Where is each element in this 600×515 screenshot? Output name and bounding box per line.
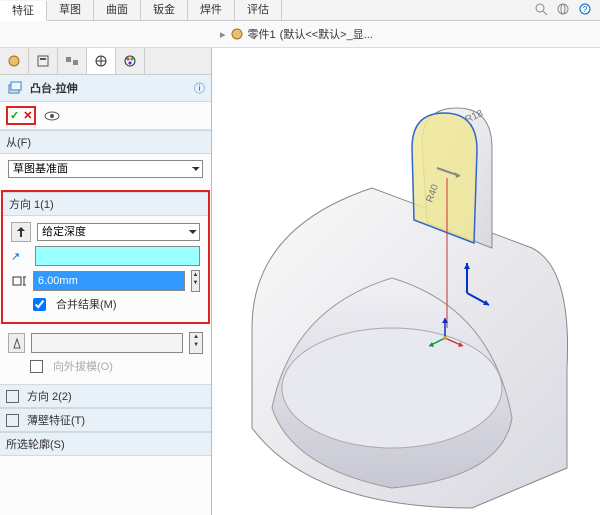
section-dir2-header[interactable]: 方向 2(2) [0, 384, 211, 408]
back-arrow-icon[interactable]: ▸ [220, 28, 226, 41]
draft-spinner[interactable]: ▲▼ [189, 332, 203, 354]
tab-weldment[interactable]: 焊件 [188, 0, 235, 20]
merge-result-label: 合并结果(M) [56, 296, 117, 312]
breadcrumb-trail: (默认<<默认>_显... [280, 26, 373, 42]
breadcrumb-bar: ▸ 零件1 (默认<<默认>_显... [0, 21, 600, 48]
section-from-header: 从(F) [0, 130, 211, 154]
ok-button[interactable]: ✓ [10, 109, 19, 122]
depth-input[interactable] [33, 271, 185, 291]
part-icon [230, 27, 244, 41]
ribbon-tabs: 特征 草图 曲面 钣金 焊件 评估 ? [0, 0, 600, 21]
panel-tab-feature-tree[interactable] [0, 48, 29, 74]
section-thin-header[interactable]: 薄壁特征(T) [0, 408, 211, 432]
direction-vector-field[interactable] [35, 246, 200, 266]
search-icon[interactable] [534, 2, 548, 16]
draft-outward-label: 向外拔模(O) [53, 358, 113, 374]
tab-evaluate[interactable]: 评估 [235, 0, 282, 20]
panel-tab-config[interactable] [58, 48, 87, 74]
direction-arrow-icon: ↗ [11, 250, 29, 263]
draft-outward-checkbox [30, 360, 43, 373]
merge-result-checkbox[interactable] [33, 298, 46, 311]
extrude-icon [6, 79, 24, 97]
graphics-viewport[interactable]: R18 R40 [212, 48, 600, 515]
cancel-button[interactable]: ✕ [23, 109, 32, 122]
feature-header: 凸台-拉伸 ⓘ [0, 75, 211, 102]
property-panel: 凸台-拉伸 ⓘ ✓ ✕ 从(F) 草图基准面 方向 1(1) 给定深度 [0, 48, 212, 515]
section-dir1-header: 方向 1(1) [3, 192, 208, 216]
feature-title: 凸台-拉伸 [30, 80, 78, 96]
globe-icon[interactable] [556, 2, 570, 16]
action-bar: ✓ ✕ [0, 102, 211, 130]
depth-icon [11, 273, 27, 289]
depth-spinner[interactable]: ▲▼ [191, 270, 200, 292]
panel-tab-strip [0, 48, 211, 75]
panel-tab-property[interactable] [29, 48, 58, 74]
svg-text:?: ? [583, 5, 588, 14]
draft-angle-input[interactable] [31, 333, 183, 353]
panel-tab-dim[interactable] [87, 48, 116, 74]
breadcrumb-part[interactable]: 零件1 [248, 26, 276, 42]
preview-icon[interactable] [44, 110, 60, 122]
panel-tab-appearance[interactable] [116, 48, 145, 74]
tab-surface[interactable]: 曲面 [94, 0, 141, 20]
help-icon[interactable]: ? [578, 2, 592, 16]
draft-button[interactable] [8, 333, 25, 353]
end-condition-select[interactable]: 给定深度 [37, 223, 200, 241]
tab-feature[interactable]: 特征 [0, 1, 47, 21]
tab-sketch[interactable]: 草图 [47, 0, 94, 20]
reverse-direction-button[interactable] [11, 222, 31, 242]
section-contour-header[interactable]: 所选轮廓(S) [0, 432, 211, 456]
from-select[interactable]: 草图基准面 [8, 160, 203, 178]
help-icon[interactable]: ⓘ [194, 80, 205, 96]
tab-sheetmetal[interactable]: 钣金 [141, 0, 188, 20]
